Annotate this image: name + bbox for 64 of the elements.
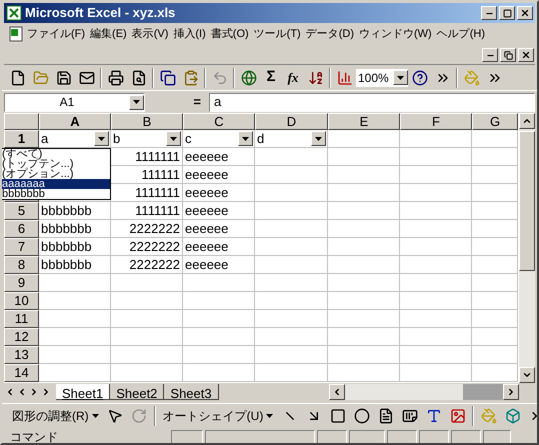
row-header[interactable]: 13 — [4, 346, 39, 364]
table-cell: 2222222 — [111, 220, 183, 238]
row-header[interactable]: 7 — [4, 238, 39, 256]
table-cell: eeeeee — [183, 148, 255, 166]
row-header[interactable]: 11 — [4, 310, 39, 328]
equals-sign: = — [193, 93, 201, 112]
menu-item[interactable]: ヘルプ(H) — [434, 26, 487, 42]
column-header[interactable]: D — [255, 113, 328, 130]
menu-item[interactable]: ツール(T) — [252, 26, 303, 42]
sheet-tab[interactable]: Sheet2 — [110, 384, 164, 400]
zoom-dropdown[interactable]: 100% — [356, 68, 408, 86]
row-header[interactable]: 9 — [4, 274, 39, 292]
row-header[interactable]: 1 — [4, 130, 39, 148]
table-cell: eeeeee — [183, 220, 255, 238]
filter-option[interactable]: (トップテン...) — [2, 159, 110, 169]
menu-item[interactable]: 表示(V) — [130, 26, 170, 42]
row-header[interactable]: 10 — [4, 292, 39, 310]
cell-text: c — [184, 132, 192, 145]
function-button[interactable]: fx — [282, 68, 304, 88]
filter-option[interactable]: bbbbbbb — [2, 189, 110, 199]
column-header[interactable]: F — [400, 113, 472, 130]
sheet-tab[interactable]: Sheet3 — [164, 384, 219, 400]
table-cell: bbbbbbb — [39, 220, 111, 238]
table-cell: bbbbbbb — [39, 238, 111, 256]
column-header[interactable]: A — [39, 113, 111, 130]
table-cell: 2222222 — [111, 238, 183, 256]
cell-text: d — [256, 132, 266, 145]
filter-option[interactable]: (すべて) — [2, 149, 110, 159]
table-cell: eeeeee — [183, 166, 255, 184]
table-cell: eeeeee — [183, 238, 255, 256]
filter-option[interactable]: (オプション...) — [2, 169, 110, 179]
table-cell: bbbbbbb — [39, 256, 111, 274]
table-cell: 2222222 — [111, 256, 183, 274]
menu-item[interactable]: 編集(E) — [88, 26, 129, 42]
table-cell: bbbbbbb — [39, 202, 111, 220]
column-header[interactable]: B — [111, 113, 183, 130]
row-header[interactable]: 5 — [4, 202, 39, 220]
menu-item[interactable]: ウィンドウ(W) — [357, 26, 434, 42]
row-header[interactable]: 6 — [4, 220, 39, 238]
column-header[interactable]: C — [183, 113, 255, 130]
window-title: Microsoft Excel - xyz.xls — [25, 4, 176, 22]
autosum-button[interactable]: Σ — [260, 66, 282, 89]
row-header[interactable]: 14 — [4, 364, 39, 382]
row-header[interactable]: 8 — [4, 256, 39, 274]
status-text: コマンド — [9, 429, 59, 443]
formula-field[interactable]: a — [209, 92, 535, 112]
table-cell: eeeeee — [183, 256, 255, 274]
menu-item[interactable]: ファイル(F) — [25, 26, 88, 42]
table-cell: 1111111 — [111, 202, 183, 220]
filter-option[interactable]: aaaaaaa — [2, 179, 110, 189]
table-cell: eeeeee — [183, 202, 255, 220]
cell-text: a — [40, 132, 50, 145]
column-header[interactable]: E — [328, 113, 400, 130]
sheet-tab[interactable]: Sheet1 — [56, 384, 110, 400]
table-cell: eeeeee — [183, 184, 255, 202]
menu-item[interactable]: 書式(O) — [208, 26, 251, 42]
name-box[interactable]: A1 — [4, 92, 145, 112]
draw-menu-button[interactable]: 図形の調整(R) — [8, 406, 103, 424]
menu-item[interactable]: データ(D) — [304, 26, 356, 42]
menu-item[interactable]: 挿入(I) — [171, 26, 208, 42]
row-header[interactable]: 12 — [4, 328, 39, 346]
autoshapes-button[interactable]: オートシェイプ(U) — [158, 406, 278, 424]
cell-text: b — [112, 132, 122, 145]
column-header[interactable]: G — [472, 113, 518, 130]
